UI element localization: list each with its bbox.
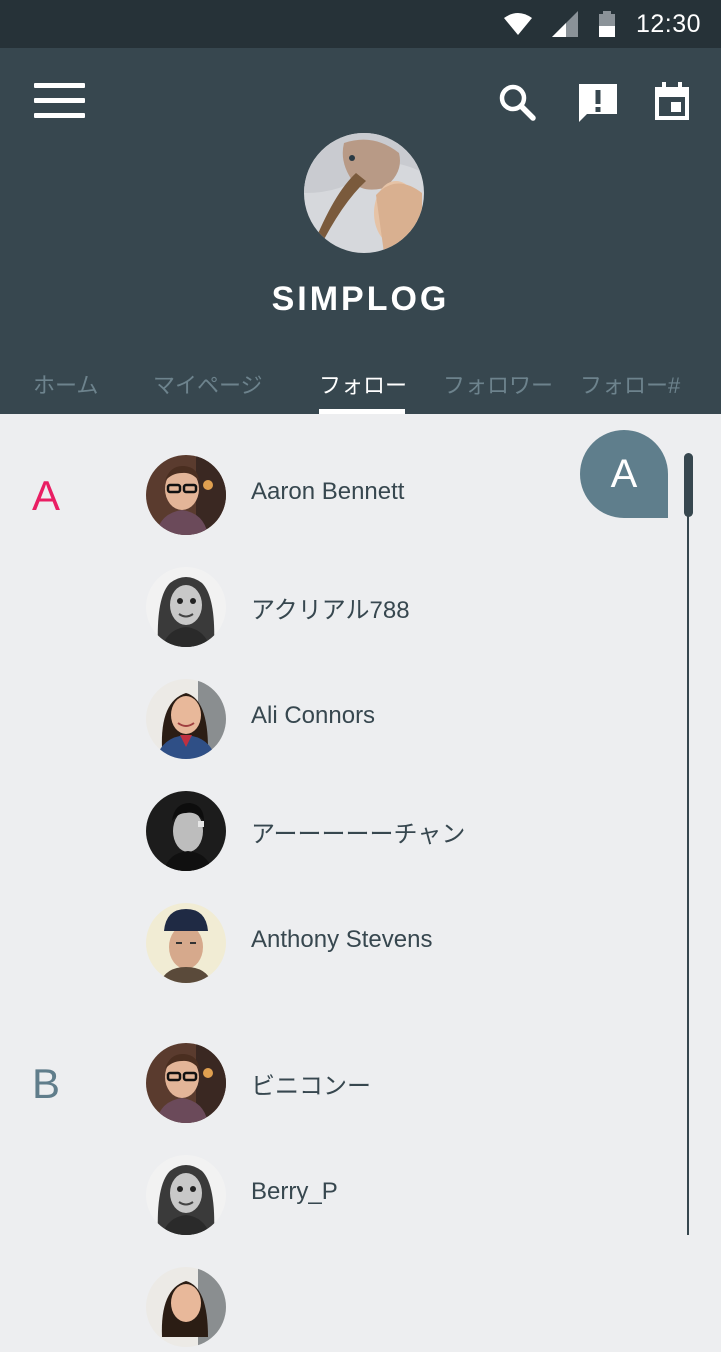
tab-indicator <box>319 409 405 414</box>
wifi-icon <box>503 13 532 35</box>
list-item[interactable]: アクリアル788 <box>140 562 580 652</box>
scrollbar-track[interactable] <box>687 455 689 1235</box>
profile-photo <box>304 133 424 253</box>
man-glasses-avatar <box>146 455 226 535</box>
avatar <box>146 567 226 647</box>
avatar <box>146 455 226 535</box>
tab-follow-hashtag[interactable]: フォロー# <box>580 368 680 400</box>
list-item[interactable] <box>140 1262 580 1352</box>
section-letter-b: B <box>32 1060 61 1107</box>
list-item[interactable]: Berry_P <box>140 1150 580 1240</box>
contact-name: アクリアル788 <box>251 597 410 624</box>
list-item[interactable]: Anthony Stevens <box>140 898 580 988</box>
contact-name: Berry_P <box>251 1178 338 1205</box>
feedback-icon[interactable] <box>577 82 619 124</box>
contact-name: アーーーーーチャン <box>251 821 466 848</box>
woman-smiling-avatar <box>146 1267 226 1347</box>
contact-name: Anthony Stevens <box>251 926 433 953</box>
contact-name: Ali Connors <box>251 702 376 729</box>
app-bar: SIMPLOG ホーム マイページ フォロー フォロワー フォロー# <box>0 48 721 414</box>
woman-bw-avatar <box>146 1155 226 1235</box>
tab-follow[interactable]: フォロー <box>319 368 407 400</box>
calendar-icon[interactable] <box>653 82 691 122</box>
status-time: 12:30 <box>635 9 701 38</box>
cell-signal-icon <box>551 11 578 37</box>
battery-icon <box>598 11 615 37</box>
man-hat-avatar <box>146 903 226 983</box>
tab-home[interactable]: ホーム <box>33 368 98 400</box>
avatar <box>146 791 226 871</box>
avatar <box>146 903 226 983</box>
woman-bw-avatar <box>146 567 226 647</box>
section-letter-a: A <box>32 472 61 519</box>
menu-button[interactable] <box>34 83 86 119</box>
scroll-index-bubble: A <box>580 430 668 518</box>
app-title: SIMPLOG <box>271 280 450 318</box>
menu-icon-bar <box>34 113 85 118</box>
man-glasses-avatar <box>146 1043 226 1123</box>
list-item[interactable]: ビニコンー <box>140 1038 580 1128</box>
avatar <box>146 1043 226 1123</box>
list-item[interactable]: アーーーーーチャン <box>140 786 580 876</box>
avatar <box>146 1155 226 1235</box>
status-bar: 12:30 <box>0 0 721 48</box>
profile-avatar[interactable] <box>304 133 424 253</box>
woman-smiling-avatar <box>146 679 226 759</box>
menu-icon-bar <box>34 98 85 103</box>
list-item[interactable]: Ali Connors <box>140 674 580 764</box>
avatar <box>146 1267 226 1347</box>
status-icons: 12:30 <box>503 0 701 48</box>
avatar <box>146 679 226 759</box>
scrollbar-thumb[interactable] <box>684 453 693 517</box>
tab-followers[interactable]: フォロワー <box>443 368 553 400</box>
list-item[interactable]: Aaron Bennett <box>140 450 580 540</box>
menu-icon-bar <box>34 83 85 88</box>
contact-name: ビニコンー <box>251 1073 371 1100</box>
tab-bar: ホーム マイページ フォロー フォロワー フォロー# <box>0 358 721 414</box>
contact-name: Aaron Bennett <box>251 478 405 505</box>
search-icon[interactable] <box>497 82 537 122</box>
man-bw-avatar <box>146 791 226 871</box>
tab-mypage[interactable]: マイページ <box>153 368 263 400</box>
